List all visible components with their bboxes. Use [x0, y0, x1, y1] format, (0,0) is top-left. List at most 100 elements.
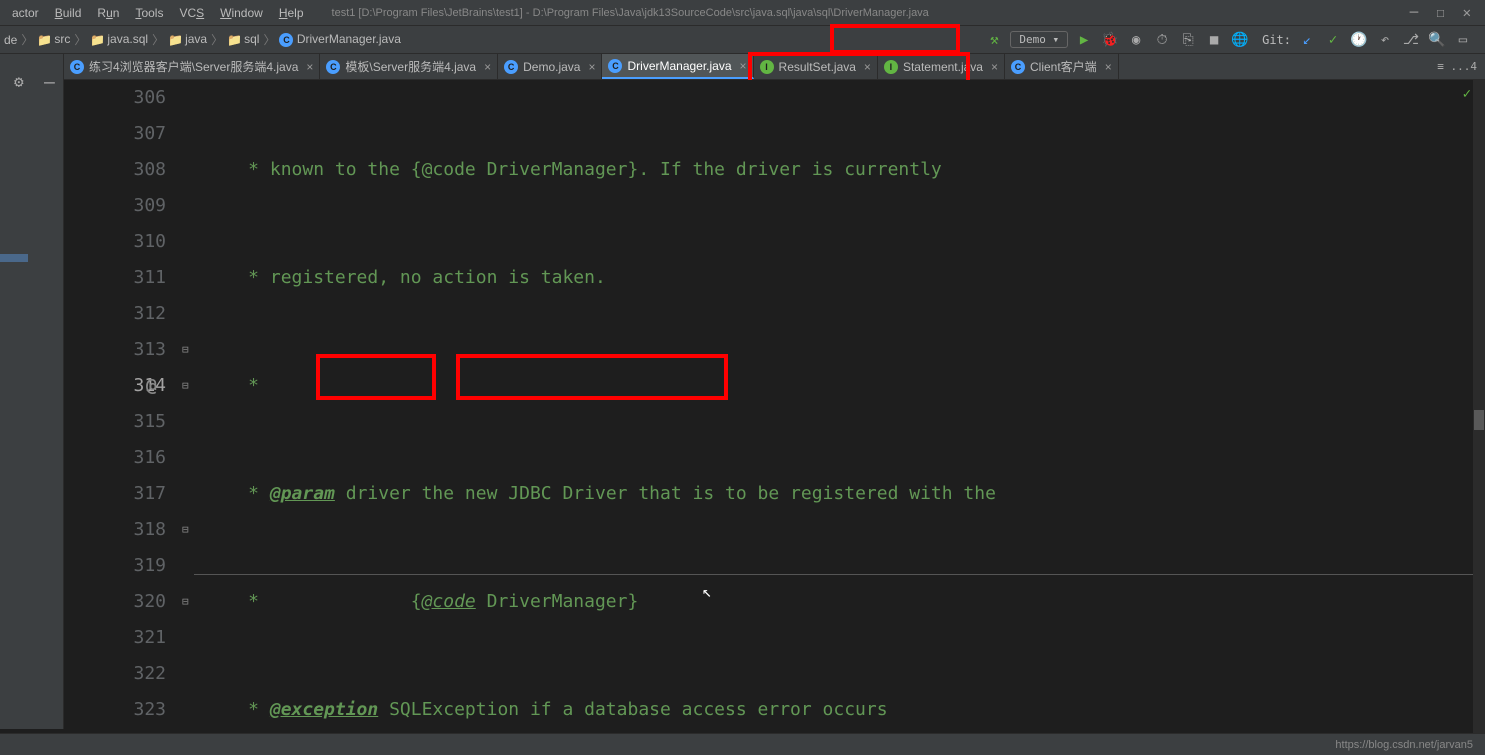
class-icon: C [279, 33, 293, 47]
coverage-icon[interactable]: ◉ [1126, 30, 1146, 50]
menu-help[interactable]: Help [271, 3, 312, 23]
git-label: Git: [1262, 33, 1291, 47]
folder-icon [227, 33, 241, 47]
gear-icon[interactable]: ⚙ [14, 72, 24, 91]
class-icon: C [326, 60, 340, 74]
hammer-icon[interactable]: ⚒ [984, 30, 1004, 50]
profile-icon[interactable]: ⏱ [1152, 30, 1172, 50]
collapse-icon[interactable]: — [44, 72, 55, 93]
git-history-icon[interactable]: 🕐 [1349, 30, 1369, 50]
tab-close-icon[interactable]: × [588, 60, 595, 74]
line-number: 306 [64, 80, 194, 116]
menu-refactor[interactable]: actor [4, 3, 47, 23]
tab-demo[interactable]: CDemo.java× [498, 54, 602, 79]
menu-window[interactable]: Window [212, 3, 271, 23]
tab-file-2[interactable]: C模板\Server服务端4.java× [320, 54, 498, 79]
tab-close-icon[interactable]: × [1105, 60, 1112, 74]
toolbar: ⚒ Demo ▾ ▶ 🐞 ◉ ⏱ ⎘ ■ 🌐 Git: ↙ ✓ 🕐 ↶ ⎇ 🔍 … [984, 30, 1481, 50]
tab-close-icon[interactable]: × [306, 60, 313, 74]
tab-file-1[interactable]: C练习4浏览器客户端\Server服务端4.java× [64, 54, 320, 79]
layout-icon[interactable]: ▭ [1453, 30, 1473, 50]
line-number: 311 [64, 260, 194, 296]
code-text: * [194, 699, 270, 720]
line-number: 316 [64, 440, 194, 476]
bc-item[interactable]: java [168, 32, 207, 47]
line-number: 312 [64, 296, 194, 332]
bc-item[interactable]: java.sql [90, 32, 148, 47]
tab-drivermanager[interactable]: CDriverManager.java× [602, 54, 753, 79]
annotation-box-demo [830, 24, 960, 54]
menu-build[interactable]: Build [47, 3, 90, 23]
code-editor[interactable]: 306 307 308 309 310 311 312 313 314 @ 31… [64, 80, 1485, 733]
tab-overflow[interactable]: ≡ ...4 [1429, 60, 1485, 73]
fold-icon[interactable]: ⊟ [182, 332, 189, 368]
code-area[interactable]: * known to the {@code DriverManager}. If… [194, 80, 1473, 733]
watermark: https://blog.csdn.net/jarvan5 [1335, 739, 1473, 751]
git-update-icon[interactable]: ↙ [1297, 30, 1317, 50]
breadcrumb[interactable]: de〉 src〉 java.sql〉 java〉 sql〉 C DriverMa… [4, 31, 401, 48]
git-commit-icon[interactable]: ✓ [1323, 30, 1343, 50]
menu-vcs[interactable]: VCS [171, 3, 212, 23]
window-title: test1 [D:\Program Files\JetBrains\test1]… [332, 7, 1400, 19]
sidebar-marker [0, 254, 28, 262]
navbar: de〉 src〉 java.sql〉 java〉 sql〉 C DriverMa… [0, 26, 1485, 54]
menubar: actor Build Run Tools VCS Window Help te… [0, 0, 1485, 26]
annotation-icon[interactable]: @ [146, 368, 157, 404]
annotation-box-method [456, 354, 728, 400]
fold-icon[interactable]: ⊟ [182, 368, 189, 404]
line-number: 308 [64, 152, 194, 188]
vertical-scrollbar[interactable] [1473, 80, 1485, 733]
tab-client[interactable]: CClient客户端× [1005, 54, 1119, 79]
line-number-current: 314 [64, 368, 194, 404]
fold-icon[interactable]: ⊟ [182, 584, 189, 620]
bc-item[interactable]: src [37, 32, 70, 47]
code-text: * { [194, 591, 422, 612]
fold-icon[interactable]: ⊟ [182, 512, 189, 548]
attach-icon[interactable]: ⎘ [1178, 30, 1198, 50]
tab-close-icon[interactable]: × [991, 60, 998, 74]
javadoc-tag: @param [270, 483, 335, 504]
class-icon: C [504, 60, 518, 74]
tab-close-icon[interactable]: × [740, 59, 747, 73]
minimize-icon[interactable]: ─ [1410, 5, 1418, 21]
bc-item[interactable]: C DriverManager.java [279, 32, 400, 47]
line-number: 317 [64, 476, 194, 512]
line-number: 323 [64, 692, 194, 728]
scrollbar-thumb[interactable] [1474, 410, 1484, 430]
debug-icon[interactable]: 🐞 [1100, 30, 1120, 50]
folder-icon [90, 33, 104, 47]
check-icon: ✓ [1463, 86, 1471, 102]
line-number: 313 [64, 332, 194, 368]
class-icon: C [1011, 60, 1025, 74]
folder-icon [168, 33, 182, 47]
menu-run[interactable]: Run [89, 3, 127, 23]
line-number: 319 [64, 548, 194, 584]
maximize-icon[interactable]: ☐ [1436, 5, 1444, 21]
git-rollback-icon[interactable]: ↶ [1375, 30, 1395, 50]
line-number: 321 [64, 620, 194, 656]
git-branch-icon[interactable]: ⎇ [1401, 30, 1421, 50]
bc-item[interactable]: de [4, 33, 17, 47]
javadoc-tag: @exception [270, 699, 378, 720]
annotation-box-static [316, 354, 436, 400]
folder-icon [37, 33, 51, 47]
close-icon[interactable]: ✕ [1463, 5, 1471, 21]
code-text: * registered, no action is taken. [194, 267, 606, 288]
run-icon[interactable]: ▶ [1074, 30, 1094, 50]
method-separator [194, 574, 1473, 575]
search-icon[interactable]: 🔍 [1427, 30, 1447, 50]
code-text: * [194, 483, 270, 504]
sidebar-left: ⚙ — [0, 54, 64, 729]
code-text: * [194, 375, 259, 396]
mouse-cursor-icon: ↖ [702, 574, 712, 610]
menu-tools[interactable]: Tools [127, 3, 171, 23]
tab-close-icon[interactable]: × [484, 60, 491, 74]
stop-icon[interactable]: ■ [1204, 30, 1224, 50]
line-number: 320 [64, 584, 194, 620]
class-icon: C [70, 60, 84, 74]
javadoc-tag: @code [422, 591, 476, 612]
run-config-dropdown[interactable]: Demo ▾ [1010, 31, 1068, 48]
bc-item[interactable]: sql [227, 32, 259, 47]
browser-icon[interactable]: 🌐 [1230, 30, 1250, 50]
line-number: 318 [64, 512, 194, 548]
